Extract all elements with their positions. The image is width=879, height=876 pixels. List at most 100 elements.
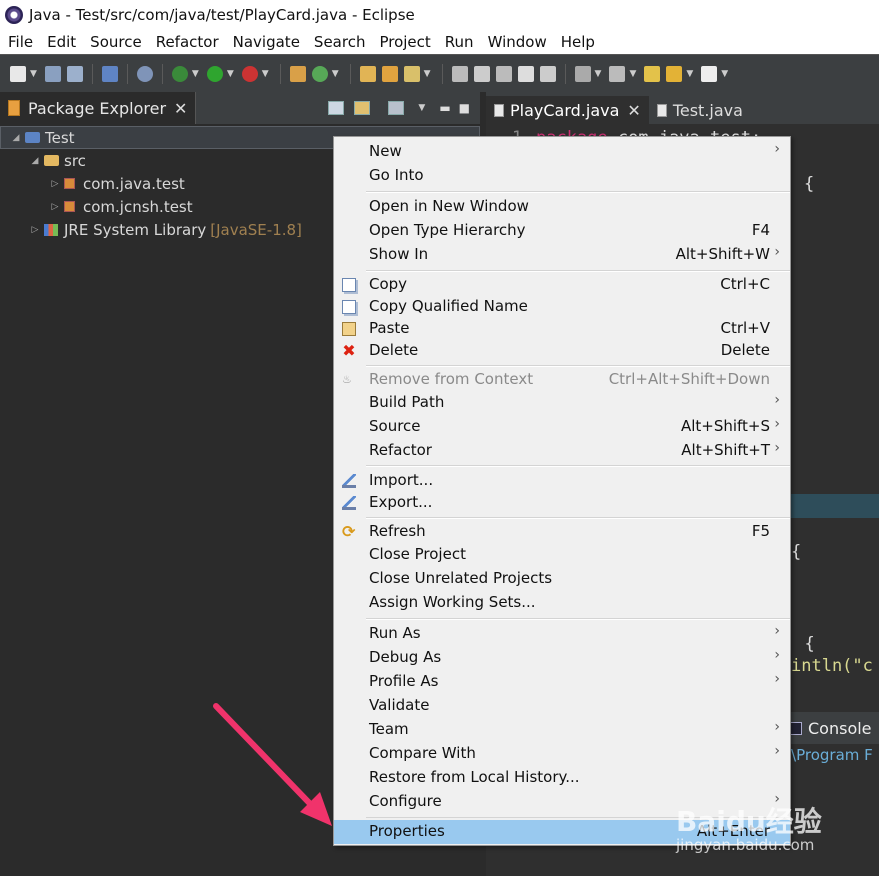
menu-item-refactor[interactable]: Refactor Alt+Shift+T › bbox=[334, 439, 790, 463]
dropdown-arrow-icon[interactable]: ▼ bbox=[192, 69, 199, 79]
tab-package-explorer[interactable]: Package Explorer ✕ bbox=[0, 92, 197, 124]
menu-window[interactable]: Window bbox=[481, 33, 554, 51]
menu-edit[interactable]: Edit bbox=[40, 33, 83, 51]
save-all-icon[interactable] bbox=[66, 65, 83, 82]
last-edit-icon[interactable] bbox=[609, 65, 626, 82]
view-menu-icon[interactable]: ▼ bbox=[418, 103, 425, 113]
skip-breakpoints-icon[interactable] bbox=[136, 65, 153, 82]
dropdown-arrow-icon[interactable]: ▼ bbox=[424, 69, 431, 79]
dropdown-arrow-icon[interactable]: ▼ bbox=[721, 69, 728, 79]
menu-item-profile-as[interactable]: Profile As › bbox=[334, 670, 790, 694]
new-class-icon[interactable] bbox=[311, 65, 328, 82]
maximize-icon[interactable]: ■ bbox=[459, 101, 470, 115]
dropdown-arrow-icon[interactable]: ▼ bbox=[227, 69, 234, 79]
menu-item-copy-qualified-name[interactable]: Copy Qualified Name bbox=[334, 295, 790, 319]
menu-item-open-type-hierarchy[interactable]: Open Type Hierarchy F4 bbox=[334, 219, 790, 243]
menu-item-go-into[interactable]: Go Into bbox=[334, 164, 790, 188]
menu-item-source[interactable]: Source Alt+Shift+S › bbox=[334, 415, 790, 439]
show-whitespace-icon[interactable] bbox=[539, 65, 556, 82]
annotation-icon[interactable] bbox=[574, 65, 591, 82]
menu-item-delete[interactable]: ✖ Delete Delete bbox=[334, 339, 790, 363]
menu-item-open-new-window[interactable]: Open in New Window bbox=[334, 195, 790, 219]
toolbar-separator bbox=[126, 63, 128, 84]
code-fragment: { bbox=[791, 542, 802, 562]
new-package-icon[interactable] bbox=[289, 65, 306, 82]
back-icon[interactable] bbox=[644, 65, 661, 82]
menu-search[interactable]: Search bbox=[307, 33, 373, 51]
dropdown-arrow-icon[interactable]: ▼ bbox=[30, 69, 37, 79]
debug-icon[interactable] bbox=[171, 65, 188, 82]
menu-item-debug-as[interactable]: Debug As › bbox=[334, 646, 790, 670]
dropdown-arrow-icon[interactable]: ▼ bbox=[595, 69, 602, 79]
menu-item-compare-with[interactable]: Compare With › bbox=[334, 742, 790, 766]
menu-item-team[interactable]: Team › bbox=[334, 718, 790, 742]
block-selection-icon[interactable] bbox=[517, 65, 534, 82]
dropdown-arrow-icon[interactable]: ▼ bbox=[629, 69, 636, 79]
menu-item-run-as[interactable]: Run As › bbox=[334, 622, 790, 646]
menu-item-export[interactable]: Export... bbox=[334, 491, 790, 515]
menu-item-paste[interactable]: Paste Ctrl+V bbox=[334, 317, 790, 341]
menu-item-close-unrelated-projects[interactable]: Close Unrelated Projects bbox=[334, 567, 790, 591]
tab-test-java[interactable]: Test.java bbox=[649, 96, 751, 124]
external-tools-icon[interactable] bbox=[241, 65, 258, 82]
collapsed-icon[interactable]: ▷ bbox=[30, 225, 40, 235]
new-icon[interactable] bbox=[10, 65, 26, 82]
watermark-url: jingyan.baidu.com bbox=[676, 836, 815, 854]
baidu-watermark: Baidu经验 jingyan.baidu.com bbox=[676, 800, 822, 854]
menu-source[interactable]: Source bbox=[83, 33, 149, 51]
menu-item-shortcut: Alt+Shift+W bbox=[675, 245, 770, 263]
back-arrow-icon[interactable] bbox=[666, 65, 683, 82]
expanded-icon[interactable]: ◢ bbox=[30, 156, 40, 166]
search-icon[interactable] bbox=[403, 65, 420, 82]
tab-console[interactable]: Console bbox=[786, 712, 872, 744]
menu-help[interactable]: Help bbox=[554, 33, 602, 51]
collapse-all-icon[interactable] bbox=[328, 101, 345, 115]
menu-file[interactable]: File bbox=[0, 33, 40, 51]
src-label: src bbox=[64, 151, 86, 170]
close-icon[interactable]: ✕ bbox=[174, 99, 187, 118]
menu-item-refresh[interactable]: ⟳ Refresh F5 bbox=[334, 520, 790, 544]
submenu-arrow-icon: › bbox=[774, 416, 780, 432]
expanded-icon[interactable]: ◢ bbox=[11, 133, 21, 143]
edit-icon[interactable] bbox=[473, 65, 490, 82]
menu-navigate[interactable]: Navigate bbox=[226, 33, 307, 51]
source-folder-icon bbox=[44, 155, 59, 166]
menu-item-close-project[interactable]: Close Project bbox=[334, 543, 790, 567]
menu-item-label: Import... bbox=[369, 471, 434, 489]
collapsed-icon[interactable]: ▷ bbox=[50, 179, 60, 189]
dropdown-arrow-icon[interactable]: ▼ bbox=[686, 69, 693, 79]
menu-item-copy[interactable]: Copy Ctrl+C bbox=[334, 273, 790, 297]
menu-item-new[interactable]: New › bbox=[334, 140, 790, 164]
minimize-icon[interactable]: ▬ bbox=[439, 101, 450, 115]
terminal-icon[interactable] bbox=[101, 65, 118, 82]
close-icon[interactable]: ✕ bbox=[627, 101, 640, 120]
focus-icon[interactable] bbox=[388, 101, 405, 115]
forward-arrow-icon[interactable] bbox=[701, 65, 718, 82]
dropdown-arrow-icon[interactable]: ▼ bbox=[332, 69, 339, 79]
menu-item-label: Build Path bbox=[369, 393, 445, 411]
toolbar-separator bbox=[91, 63, 93, 84]
dropdown-arrow-icon[interactable]: ▼ bbox=[262, 69, 269, 79]
menu-item-show-in[interactable]: Show In Alt+Shift+W › bbox=[334, 243, 790, 267]
run-icon[interactable] bbox=[206, 65, 223, 82]
menu-item-build-path[interactable]: Build Path › bbox=[334, 391, 790, 415]
tab-playcard-java[interactable]: PlayCard.java ✕ bbox=[486, 96, 649, 124]
menu-item-assign-working-sets[interactable]: Assign Working Sets... bbox=[334, 591, 790, 615]
menu-item-import[interactable]: Import... bbox=[334, 469, 790, 493]
toolbar-separator bbox=[564, 63, 566, 84]
menu-item-restore-from-local-history[interactable]: Restore from Local History... bbox=[334, 766, 790, 790]
word-wrap-icon[interactable] bbox=[495, 65, 512, 82]
save-icon[interactable] bbox=[44, 65, 61, 82]
open-task-icon[interactable] bbox=[381, 65, 398, 82]
menu-project[interactable]: Project bbox=[372, 33, 437, 51]
link-with-editor-icon[interactable] bbox=[354, 101, 371, 115]
menu-refactor[interactable]: Refactor bbox=[149, 33, 226, 51]
menu-item-validate[interactable]: Validate bbox=[334, 694, 790, 718]
menu-item-shortcut: Alt+Shift+T bbox=[681, 441, 770, 459]
menu-separator-highlight bbox=[366, 192, 790, 193]
toggle-mark-icon[interactable] bbox=[451, 65, 468, 82]
package-label: com.java.test bbox=[83, 174, 185, 193]
open-type-icon[interactable] bbox=[359, 65, 376, 82]
collapsed-icon[interactable]: ▷ bbox=[50, 202, 60, 212]
menu-run[interactable]: Run bbox=[438, 33, 481, 51]
